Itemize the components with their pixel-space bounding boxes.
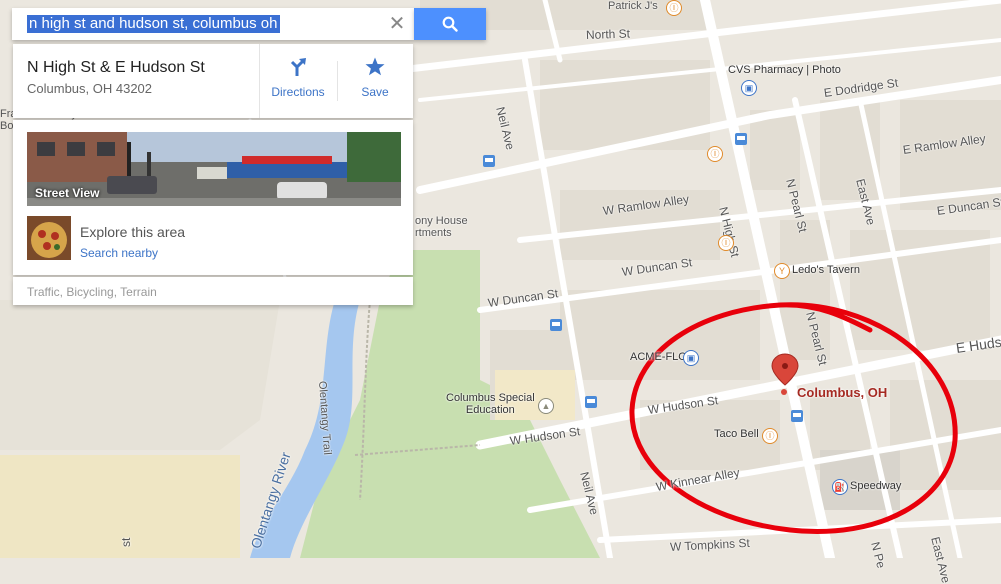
poi-cvs[interactable]: CVS Pharmacy | Photo <box>728 64 841 76</box>
directions-button[interactable]: Directions <box>259 44 337 118</box>
restaurant-icon[interactable]: Ⓘ <box>666 0 682 16</box>
search-box[interactable]: n high st and hudson st, columbus oh ✕ <box>12 8 414 40</box>
street-view-thumbnail[interactable]: Street View <box>27 132 401 206</box>
explore-thumbnail[interactable] <box>27 216 71 260</box>
place-card: N High St & E Hudson St Columbus, OH 432… <box>13 44 413 118</box>
shopping-icon[interactable]: ▣ <box>741 80 757 96</box>
restaurant-icon[interactable]: Ⓘ <box>718 235 734 251</box>
bus-stop-icon[interactable] <box>735 133 747 145</box>
bus-stop-icon[interactable] <box>791 410 803 422</box>
bus-stop-icon[interactable] <box>483 155 495 167</box>
poi-patrick[interactable]: Patrick J's <box>608 0 658 12</box>
bus-stop-icon[interactable] <box>550 319 562 331</box>
street-view-label: Street View <box>35 186 100 200</box>
restaurant-icon[interactable]: Ⓘ <box>707 146 723 162</box>
place-address: Columbus, OH 43202 <box>27 81 153 96</box>
search-icon <box>442 16 458 32</box>
pizza-image <box>27 216 71 260</box>
street-label-left-st: st <box>119 537 133 547</box>
search-input[interactable]: n high st and hudson st, columbus oh <box>27 15 280 33</box>
place-name: N High St & E Hudson St <box>27 59 205 76</box>
explore-title: Explore this area <box>80 224 186 240</box>
bus-stop-icon[interactable] <box>585 396 597 408</box>
poi-ledos[interactable]: Ledo's Tavern <box>792 264 860 276</box>
layers-bar[interactable]: Traffic, Bicycling, Terrain <box>13 277 413 305</box>
explore-card: Street View Explore this area Search nea… <box>13 120 413 275</box>
close-icon[interactable]: ✕ <box>387 14 407 34</box>
poi-speedway[interactable]: Speedway <box>850 480 901 492</box>
poi-taco-bell[interactable]: Taco Bell <box>714 428 759 440</box>
restaurant-icon[interactable]: Ⓘ <box>762 428 778 444</box>
star-icon <box>365 57 385 76</box>
search-button[interactable] <box>414 8 486 40</box>
search-nearby-link[interactable]: Search nearby <box>80 246 158 260</box>
school-icon[interactable]: ▲ <box>538 398 554 414</box>
directions-label: Directions <box>271 85 325 99</box>
poi-columbus-special[interactable]: Columbus Special Education <box>446 392 535 416</box>
marker-label[interactable]: Columbus, OH <box>797 385 887 400</box>
save-label: Save <box>361 85 389 99</box>
street-label-north-st: North St <box>585 26 631 42</box>
directions-icon <box>290 58 306 76</box>
poi-acme[interactable]: ACME-FLO <box>630 351 687 363</box>
layers-label: Traffic, Bicycling, Terrain <box>27 285 157 299</box>
save-button[interactable]: Save <box>337 44 413 118</box>
shopping-icon[interactable]: ▣ <box>683 350 699 366</box>
apartments-label: ony House rtments <box>415 215 468 239</box>
gas-station-icon[interactable]: ⛽ <box>832 479 848 495</box>
bar-icon[interactable]: Y <box>774 263 790 279</box>
